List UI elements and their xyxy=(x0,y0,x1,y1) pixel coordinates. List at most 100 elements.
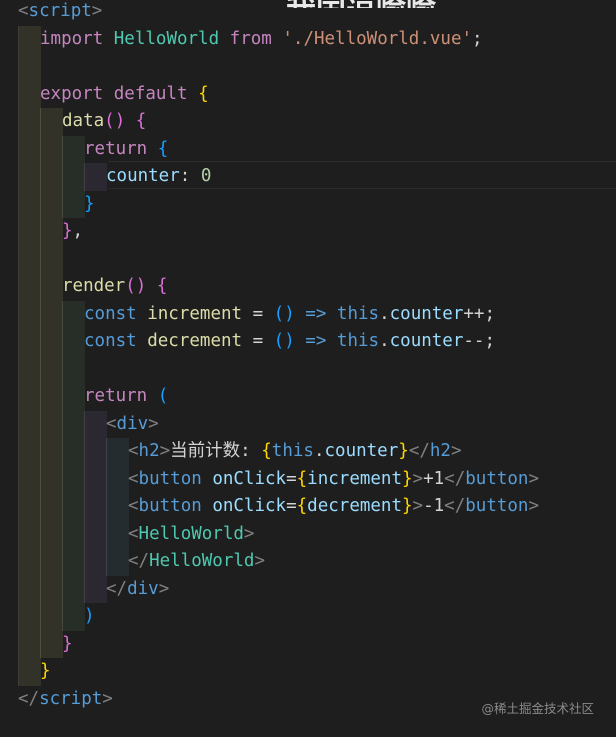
code-token: -1 xyxy=(423,496,445,516)
code-line[interactable]: <HelloWorld> xyxy=(0,521,254,549)
code-token: decrement xyxy=(307,496,402,516)
code-line[interactable]: counter: 0 xyxy=(0,163,211,191)
code-token: this xyxy=(336,331,380,351)
code-token: { xyxy=(261,441,272,461)
code-token: button xyxy=(465,468,529,489)
code-token: () xyxy=(273,331,295,351)
code-line[interactable]: export default { xyxy=(0,81,209,109)
code-token: > xyxy=(412,468,424,489)
code-line[interactable]: }, xyxy=(0,218,83,246)
code-token: const xyxy=(84,331,137,351)
code-token: = xyxy=(286,496,297,516)
code-token: button xyxy=(138,496,202,516)
code-line[interactable]: <div> xyxy=(0,411,159,439)
code-token: . xyxy=(313,441,325,461)
code-token: < xyxy=(128,468,139,489)
code-token: this xyxy=(336,303,380,324)
code-editor[interactable]: 我国逗喻喻 <script>import HelloWorld from './… xyxy=(0,0,616,737)
code-token: } xyxy=(402,496,413,516)
code-token: </ xyxy=(18,688,40,709)
code-token: return xyxy=(84,386,148,406)
code-token: increment xyxy=(307,468,402,489)
code-token: . xyxy=(379,303,390,324)
code-line[interactable]: data() { xyxy=(0,108,146,136)
code-token: > xyxy=(159,441,171,461)
code-token: onClick xyxy=(212,496,287,516)
code-token: } xyxy=(84,193,95,214)
code-token: +1 xyxy=(423,468,445,489)
code-token: = xyxy=(242,303,274,324)
code-token: > xyxy=(102,688,113,709)
code-token: counter xyxy=(106,166,180,186)
code-token: ; xyxy=(472,28,483,49)
code-line[interactable]: <button onClick={increment}>+1</button> xyxy=(0,466,539,494)
code-token: < xyxy=(18,1,29,21)
code-token: button xyxy=(465,496,529,516)
code-token: > xyxy=(158,578,170,599)
code-line[interactable]: <button onClick={decrement}>-1</button> xyxy=(0,493,539,521)
code-token: 0 xyxy=(200,166,212,186)
code-line[interactable]: return { xyxy=(0,136,168,164)
code-line[interactable]: </script> xyxy=(0,686,113,714)
code-token: increment xyxy=(147,303,243,324)
code-token: div xyxy=(116,413,149,434)
code-token: { xyxy=(157,138,169,159)
code-token: } xyxy=(398,441,409,461)
code-line[interactable]: </HelloWorld> xyxy=(0,548,265,576)
code-line[interactable]: } xyxy=(0,658,51,686)
code-token: < xyxy=(128,496,139,516)
code-line[interactable]: ) xyxy=(0,603,95,631)
code-line[interactable]: return ( xyxy=(0,383,168,411)
code-line[interactable]: <h2>当前计数: {this.counter}</h2> xyxy=(0,438,462,466)
code-token: </ xyxy=(444,496,466,516)
code-line[interactable]: </div> xyxy=(0,576,169,604)
code-token: { xyxy=(135,111,147,131)
code-line[interactable]: } xyxy=(0,191,95,219)
code-line[interactable]: <script> xyxy=(0,0,102,26)
code-token: './HelloWorld.vue' xyxy=(282,28,473,49)
code-line[interactable]: import HelloWorld from './HelloWorld.vue… xyxy=(0,26,483,54)
code-token: () xyxy=(104,111,126,131)
code-token: > xyxy=(91,1,103,21)
code-token: </ xyxy=(106,578,128,599)
code-token: div xyxy=(127,578,159,599)
code-line[interactable] xyxy=(0,246,62,274)
code-line[interactable]: const decrement = () => this.counter--; xyxy=(0,328,495,356)
code-line[interactable]: const increment = () => this.counter++; xyxy=(0,301,495,329)
code-token: this xyxy=(271,441,314,461)
code-token: </ xyxy=(408,441,430,461)
code-token: } xyxy=(62,221,73,241)
code-line[interactable]: render() { xyxy=(0,273,167,301)
code-token: 当前计数: xyxy=(170,441,262,461)
code-token: > xyxy=(243,523,255,544)
code-token: return xyxy=(84,138,148,159)
code-token: </ xyxy=(444,468,466,489)
code-token: HelloWorld xyxy=(149,551,255,571)
code-token: { xyxy=(296,468,308,489)
code-token: counter xyxy=(324,441,399,461)
code-token: > xyxy=(148,413,159,434)
code-token: import xyxy=(40,28,104,49)
code-token: < xyxy=(106,413,117,434)
code-token: default xyxy=(113,83,188,104)
code-line[interactable]: } xyxy=(0,631,73,659)
code-token: decrement xyxy=(147,331,243,351)
code-line[interactable] xyxy=(0,53,40,81)
code-line[interactable] xyxy=(0,356,84,384)
title-overlay-text: 我国逗喻喻 xyxy=(286,0,436,8)
code-token: const xyxy=(84,303,137,324)
code-token: counter xyxy=(389,303,464,324)
code-token: h2 xyxy=(138,441,160,461)
